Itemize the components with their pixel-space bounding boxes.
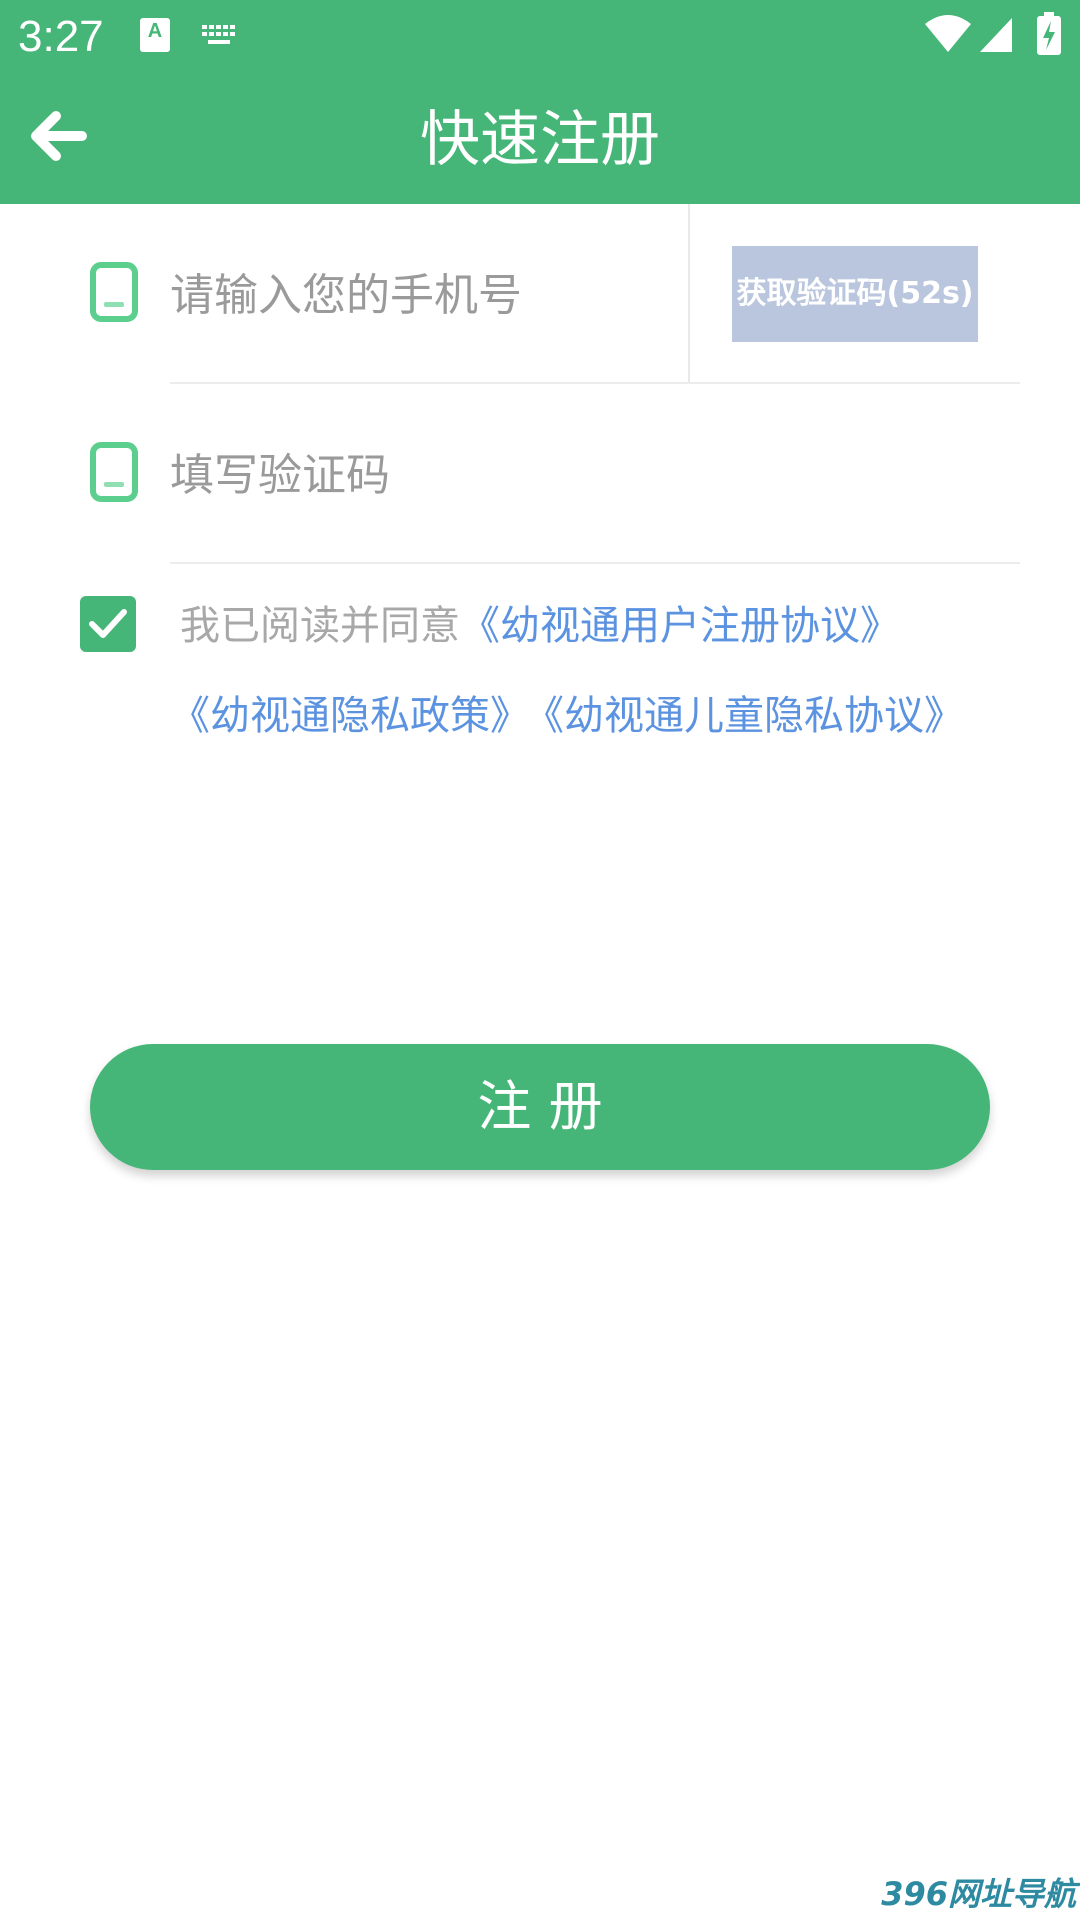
child-privacy-link[interactable]: 《幼视通儿童隐私协议》	[544, 693, 964, 739]
input-method-letter: A	[147, 20, 163, 42]
user-agreement-link[interactable]: 《幼视通用户注册协议》	[460, 603, 900, 649]
privacy-policy-link[interactable]: 《幼视通隐私政策》	[170, 693, 530, 739]
checkmark-icon	[89, 609, 127, 638]
phone-icon	[90, 262, 138, 322]
keyboard-icon	[202, 25, 235, 44]
agreement-links: 《幼视通隐私政策》 《幼视通儿童隐私协议》	[170, 686, 964, 746]
agreement-text: 我已阅读并同意《幼视通用户注册协议》	[180, 596, 900, 656]
code-underline	[170, 562, 1020, 564]
phone-icon	[90, 442, 138, 502]
verification-code-input[interactable]	[170, 440, 1010, 510]
phone-input[interactable]	[170, 260, 670, 330]
signal-icon	[980, 18, 1012, 52]
status-time: 3:27	[18, 12, 104, 61]
watermark: 396网址导航	[881, 1875, 1076, 1913]
agree-checkbox[interactable]	[80, 596, 136, 652]
agreement-prefix: 我已阅读并同意	[180, 603, 460, 649]
field-divider	[688, 204, 690, 384]
battery-charging-icon	[1037, 12, 1061, 55]
get-code-button[interactable]: 获取验证码(52s)	[732, 246, 978, 342]
register-button[interactable]: 注 册	[90, 1044, 990, 1170]
page-title: 快速注册	[420, 105, 660, 175]
input-method-icon: A	[140, 18, 170, 52]
phone-underline	[170, 382, 1020, 384]
app-header: 3:27 A 快速注册	[0, 0, 1080, 204]
wifi-icon	[925, 15, 971, 52]
